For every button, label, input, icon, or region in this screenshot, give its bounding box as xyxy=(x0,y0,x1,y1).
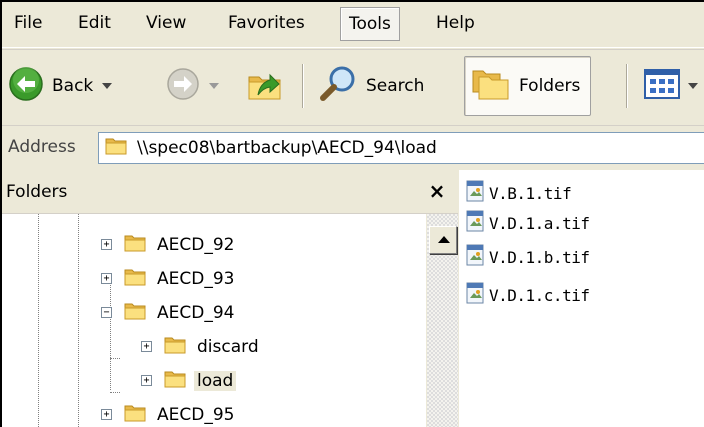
address-path: \\spec08\bartbackup\AECD_94\load xyxy=(137,138,437,158)
address-label: Address xyxy=(8,137,76,157)
back-button[interactable]: Back xyxy=(8,56,113,116)
tree-node-label: AECD_94 xyxy=(157,303,235,323)
folders-label: Folders xyxy=(519,76,581,96)
file-item[interactable]: V.D.1.a.tif xyxy=(465,210,590,237)
expand-plus-icon[interactable]: + xyxy=(101,239,112,250)
search-button[interactable]: Search xyxy=(318,56,424,116)
collapse-minus-icon[interactable]: − xyxy=(101,307,112,318)
menu-view[interactable]: View xyxy=(138,7,194,41)
folders-pane-header: Folders × xyxy=(2,170,458,214)
toolbar-separator xyxy=(626,64,628,108)
tif-image-file-icon xyxy=(465,180,485,207)
tif-image-file-icon xyxy=(465,244,485,271)
standard-toolbar: Back Search Folders xyxy=(2,49,704,125)
tree-node-label: AECD_92 xyxy=(157,235,235,255)
menu-help[interactable]: Help xyxy=(428,7,483,41)
file-name: V.D.1.b.tif xyxy=(489,247,590,267)
tif-image-file-icon xyxy=(465,282,485,309)
folders-button[interactable]: Folders xyxy=(464,56,592,116)
tree-node-label-selected: load xyxy=(194,371,237,391)
tif-image-file-icon xyxy=(465,210,485,237)
file-name: V.D.1.c.tif xyxy=(489,285,590,305)
views-dropdown-icon[interactable] xyxy=(688,83,698,89)
views-icon xyxy=(644,68,682,104)
search-label: Search xyxy=(366,76,425,96)
folders-pane: Folders × + AECD_92 + AECD_93 − AECD_94 … xyxy=(2,170,458,427)
folder-icon xyxy=(124,232,148,259)
toolbar-separator xyxy=(302,64,304,108)
magnifier-icon xyxy=(318,64,358,109)
menu-edit[interactable]: Edit xyxy=(70,7,119,41)
address-input[interactable]: \\spec08\bartbackup\AECD_94\load xyxy=(98,132,704,164)
tree-node-discard[interactable]: + discard xyxy=(134,330,262,364)
tree-guide-line xyxy=(110,392,120,393)
tree-node-aecd-95[interactable]: + AECD_95 xyxy=(94,398,237,427)
forward-dropdown-icon[interactable] xyxy=(209,83,219,89)
menu-file[interactable]: File xyxy=(6,7,50,41)
scroll-up-arrow-icon[interactable] xyxy=(429,226,457,254)
folder-icon xyxy=(124,402,148,427)
folder-tree: + AECD_92 + AECD_93 − AECD_94 + discard xyxy=(2,214,426,427)
tree-node-label: AECD_95 xyxy=(157,405,235,425)
close-icon[interactable]: × xyxy=(423,175,451,207)
file-item[interactable]: V.D.1.c.tif xyxy=(465,282,590,309)
folders-pane-title: Folders xyxy=(6,182,68,202)
expand-plus-icon[interactable]: + xyxy=(101,409,112,420)
back-dropdown-icon[interactable] xyxy=(102,83,113,89)
expand-plus-icon[interactable]: + xyxy=(101,273,112,284)
address-bar: Address \\spec08\bartbackup\AECD_94\load xyxy=(2,125,704,169)
tree-guide-line xyxy=(78,214,79,427)
folders-icon xyxy=(471,65,511,108)
file-item[interactable]: V.B.1.tif xyxy=(465,180,572,207)
folder-icon xyxy=(164,334,188,361)
back-label: Back xyxy=(52,76,94,96)
file-list-pane: V.B.1.tif V.D.1.a.tif V.D.1.b.tif V.D.1.… xyxy=(459,170,704,427)
tree-node-load[interactable]: + load xyxy=(134,364,237,398)
folder-tree-scrollbar[interactable] xyxy=(426,214,458,427)
tree-node-aecd-94[interactable]: − AECD_94 xyxy=(94,296,237,330)
up-folder-icon xyxy=(246,65,284,108)
open-folder-icon xyxy=(124,300,148,327)
open-folder-icon xyxy=(164,368,188,395)
tree-node-aecd-92[interactable]: + AECD_92 xyxy=(94,228,237,262)
forward-button[interactable] xyxy=(166,56,219,116)
views-button[interactable] xyxy=(644,56,698,116)
file-item[interactable]: V.D.1.b.tif xyxy=(465,244,590,271)
expand-plus-icon[interactable]: + xyxy=(141,341,152,352)
menu-bar: File Edit View Favorites Tools Help xyxy=(2,2,704,48)
folder-icon xyxy=(105,135,129,162)
tree-node-aecd-93[interactable]: + AECD_93 xyxy=(94,262,237,296)
folder-icon xyxy=(124,266,148,293)
tree-node-label: discard xyxy=(197,337,259,357)
menu-favorites[interactable]: Favorites xyxy=(220,7,313,41)
up-folder-button[interactable] xyxy=(246,56,284,116)
expand-plus-icon[interactable]: + xyxy=(141,375,152,386)
file-name: V.D.1.a.tif xyxy=(489,213,590,233)
tree-guide-line xyxy=(110,358,120,359)
explorer-window: File Edit View Favorites Tools Help Back xyxy=(0,0,704,427)
tree-guide-line xyxy=(38,214,39,427)
forward-arrow-icon xyxy=(166,67,200,106)
green-back-arrow-icon xyxy=(8,66,44,107)
menu-tools[interactable]: Tools xyxy=(340,7,400,41)
file-name: V.B.1.tif xyxy=(489,183,572,203)
tree-node-label: AECD_93 xyxy=(157,269,235,289)
